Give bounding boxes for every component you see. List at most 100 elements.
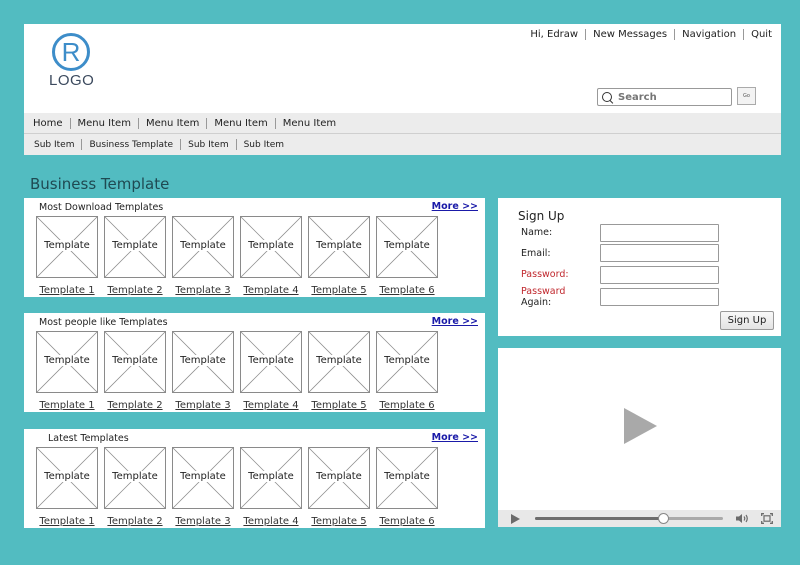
template-link[interactable]: Template 2 xyxy=(107,400,162,411)
template-link[interactable]: Template 1 xyxy=(39,516,94,527)
template-tile: Template Template 4 xyxy=(240,331,302,412)
menu-item[interactable]: Menu Item xyxy=(207,118,274,129)
template-thumbnail[interactable]: Template xyxy=(240,331,302,393)
navigation-link[interactable]: Navigation xyxy=(675,29,743,40)
menu-item[interactable]: Menu Item xyxy=(139,118,206,129)
template-tile: Template Template 3 xyxy=(172,331,234,412)
panel-title: Most Download Templates xyxy=(39,202,164,213)
template-link[interactable]: Template 2 xyxy=(107,285,162,296)
new-messages-link[interactable]: New Messages xyxy=(586,29,674,40)
template-link[interactable]: Template 4 xyxy=(243,400,298,411)
name-field[interactable] xyxy=(600,224,719,242)
template-link[interactable]: Template 4 xyxy=(243,285,298,296)
play-icon[interactable] xyxy=(624,408,657,444)
progress-fill xyxy=(535,517,663,520)
template-thumbnail[interactable]: Template xyxy=(240,447,302,509)
signup-form: Sign Up Name: Email: Password: Passward … xyxy=(498,198,781,336)
template-thumbnail[interactable]: Template xyxy=(36,216,98,278)
menu-item-home[interactable]: Home xyxy=(26,118,70,129)
password-again-label-line2: Again: xyxy=(521,297,552,308)
template-tile: Template Template 3 xyxy=(172,216,234,297)
thumbnail-label: Template xyxy=(111,471,159,482)
template-link[interactable]: Template 3 xyxy=(175,516,230,527)
email-label: Email: xyxy=(521,248,551,259)
sub-item[interactable]: Sub Item xyxy=(181,140,235,150)
top-links: Hi, Edraw New Messages Navigation Quit xyxy=(523,29,779,40)
template-link[interactable]: Template 5 xyxy=(311,285,366,296)
most-liked-panel: Most people like Templates More >> Templ… xyxy=(24,313,485,412)
template-link[interactable]: Template 3 xyxy=(175,400,230,411)
template-link[interactable]: Template 2 xyxy=(107,516,162,527)
template-link[interactable]: Template 6 xyxy=(379,285,434,296)
template-thumbnail[interactable]: Template xyxy=(172,447,234,509)
quit-link[interactable]: Quit xyxy=(744,29,779,40)
password-again-label: Passward xyxy=(521,286,566,297)
template-thumbnail[interactable]: Template xyxy=(104,331,166,393)
template-link[interactable]: Template 6 xyxy=(379,516,434,527)
template-link[interactable]: Template 5 xyxy=(311,516,366,527)
latest-panel: Latest Templates More >> Template Templat… xyxy=(24,429,485,528)
sub-item[interactable]: Sub Item xyxy=(237,140,291,150)
template-tile: Template Template 6 xyxy=(376,447,438,528)
template-link[interactable]: Template 1 xyxy=(39,400,94,411)
thumbnail-label: Template xyxy=(383,240,431,251)
template-tiles: Template Template 1 Template Template 2 Temp… xyxy=(36,447,444,528)
search-input[interactable] xyxy=(618,91,728,103)
logo[interactable]: R LOGO xyxy=(49,33,94,89)
thumbnail-label: Template xyxy=(383,355,431,366)
name-label: Name: xyxy=(521,227,553,238)
template-tile: Template Template 5 xyxy=(308,216,370,297)
sub-item-business-template[interactable]: Business Template xyxy=(82,140,180,150)
thumbnail-label: Template xyxy=(43,471,91,482)
template-thumbnail[interactable]: Template xyxy=(308,447,370,509)
volume-icon[interactable] xyxy=(736,513,750,524)
password-again-field[interactable] xyxy=(600,288,719,306)
go-button[interactable]: Go xyxy=(737,87,756,105)
thumbnail-label: Template xyxy=(179,240,227,251)
template-thumbnail[interactable]: Template xyxy=(376,216,438,278)
template-thumbnail[interactable]: Template xyxy=(36,331,98,393)
template-thumbnail[interactable]: Template xyxy=(308,331,370,393)
template-thumbnail[interactable]: Template xyxy=(240,216,302,278)
template-thumbnail[interactable]: Template xyxy=(172,216,234,278)
template-tile: Template Template 2 xyxy=(104,447,166,528)
email-field[interactable] xyxy=(600,244,719,262)
registered-icon: R xyxy=(52,33,90,71)
menu-item[interactable]: Menu Item xyxy=(276,118,343,129)
template-thumbnail[interactable]: Template xyxy=(36,447,98,509)
template-thumbnail[interactable]: Template xyxy=(308,216,370,278)
template-link[interactable]: Template 1 xyxy=(39,285,94,296)
password-field[interactable] xyxy=(600,266,719,284)
template-link[interactable]: Template 3 xyxy=(175,285,230,296)
template-tile: Template Template 1 xyxy=(36,216,98,297)
template-tiles: Template Template 1 Template Template 2 Temp… xyxy=(36,331,444,412)
template-thumbnail[interactable]: Template xyxy=(376,331,438,393)
progress-handle[interactable] xyxy=(657,513,669,524)
greeting-link[interactable]: Hi, Edraw xyxy=(523,29,585,40)
play-button[interactable] xyxy=(511,514,520,524)
template-link[interactable]: Template 6 xyxy=(379,400,434,411)
main-menu: Home Menu Item Menu Item Menu Item Menu … xyxy=(24,113,781,134)
progress-slider[interactable] xyxy=(535,513,723,524)
sub-item[interactable]: Sub Item xyxy=(27,140,81,150)
more-link[interactable]: More >> xyxy=(432,316,478,327)
thumbnail-label: Template xyxy=(247,471,295,482)
thumbnail-label: Template xyxy=(179,471,227,482)
template-thumbnail[interactable]: Template xyxy=(104,216,166,278)
panel-title: Most people like Templates xyxy=(39,317,168,328)
template-thumbnail[interactable]: Template xyxy=(172,331,234,393)
template-link[interactable]: Template 5 xyxy=(311,400,366,411)
video-player[interactable] xyxy=(498,348,781,527)
signup-button[interactable]: Sign Up xyxy=(720,311,774,330)
template-thumbnail[interactable]: Template xyxy=(104,447,166,509)
fullscreen-icon[interactable] xyxy=(761,513,773,524)
template-thumbnail[interactable]: Template xyxy=(376,447,438,509)
template-link[interactable]: Template 4 xyxy=(243,516,298,527)
template-tile: Template Template 1 xyxy=(36,447,98,528)
more-link[interactable]: More >> xyxy=(432,201,478,212)
more-link[interactable]: More >> xyxy=(432,432,478,443)
template-tile: Template Template 6 xyxy=(376,331,438,412)
header: R LOGO Hi, Edraw New Messages Navigation… xyxy=(24,24,781,113)
menu-item[interactable]: Menu Item xyxy=(71,118,138,129)
most-download-panel: Most Download Templates More >> Template… xyxy=(24,198,485,297)
